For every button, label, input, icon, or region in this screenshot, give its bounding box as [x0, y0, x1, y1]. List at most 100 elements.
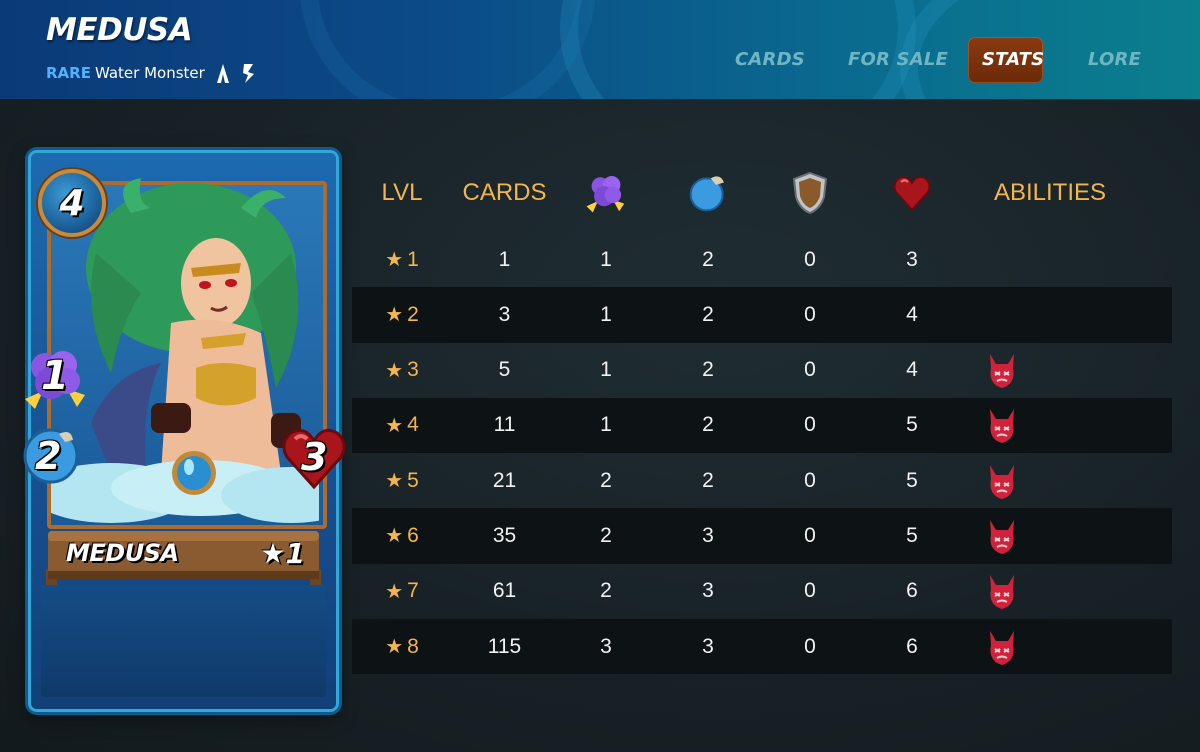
magic-attack-icon — [586, 176, 625, 213]
header-level: LVL — [381, 179, 423, 206]
star-icon: ★ — [385, 304, 404, 327]
cell-attack: 2 — [600, 523, 612, 547]
cell-ability — [982, 564, 1022, 619]
mana-cost-badge: 4 — [38, 169, 106, 237]
health-stat: 3 — [281, 425, 347, 491]
cell-cards: 11 — [493, 413, 516, 437]
demon-ability-icon[interactable] — [986, 350, 1018, 390]
cell-ability — [982, 343, 1022, 398]
header-bar: MEDUSA RARE Water Monster CARDS FOR SALE… — [0, 0, 1200, 99]
cell-attack: 2 — [600, 579, 612, 603]
cell-speed: 3 — [702, 579, 714, 603]
tab-bar: CARDS FOR SALE STATS LORE — [0, 37, 1200, 83]
cell-speed: 2 — [702, 468, 714, 492]
level-value: 3 — [407, 358, 419, 382]
level-value: 1 — [407, 247, 419, 271]
cell-health: 5 — [906, 523, 918, 547]
cell-level: ★ 6 — [372, 508, 432, 563]
table-header-row: LVL CARDS ABILITIES — [352, 168, 1172, 228]
table-body: ★ 1 1 1 2 0 3 ★ 2 3 1 2 0 4 ★ 3 5 1 2 0 4 ★ 4 11 1 2 0 5 ★ 5 21 2 2 0 5 ★ 6 3… — [352, 232, 1172, 675]
stats-table: LVL CARDS ABILITIES ★ 1 1 1 2 0 3 ★ 2 3 … — [352, 168, 1172, 675]
cell-level: ★ 3 — [372, 343, 432, 398]
table-row: ★ 2 3 1 2 0 4 — [352, 287, 1172, 343]
cell-attack: 1 — [600, 413, 612, 437]
cell-level: ★ 8 — [372, 619, 432, 674]
cell-cards: 1 — [498, 247, 511, 271]
star-icon: ★ — [385, 249, 404, 271]
cell-ability — [982, 398, 1022, 453]
demon-ability-icon[interactable] — [986, 516, 1018, 556]
magic-attack-stat: 1 — [21, 343, 91, 409]
header-abilities: ABILITIES — [993, 179, 1107, 206]
cell-armor: 0 — [804, 634, 816, 658]
cell-ability — [982, 453, 1022, 508]
demon-ability-icon[interactable] — [986, 627, 1018, 667]
speed-value: 2 — [35, 434, 62, 478]
star-icon: ★ — [385, 636, 404, 659]
monster-card[interactable]: 4 1 2 3 MEDUSA ★1 — [23, 153, 346, 709]
cell-attack: 3 — [600, 634, 612, 658]
cell-speed: 3 — [702, 523, 714, 547]
cell-speed: 2 — [702, 413, 714, 437]
cell-armor: 0 — [804, 523, 816, 547]
card-level: ★1 — [260, 537, 305, 570]
cell-attack: 1 — [600, 358, 612, 382]
table-row: ★ 5 21 2 2 0 5 — [352, 453, 1172, 508]
tab-cards[interactable]: CARDS — [721, 37, 819, 83]
level-value: 7 — [407, 579, 419, 603]
cell-health: 4 — [906, 302, 918, 326]
cell-cards: 115 — [487, 634, 522, 658]
speed-stat: 2 — [21, 426, 81, 486]
cell-speed: 2 — [702, 302, 714, 326]
demon-ability-icon[interactable] — [986, 405, 1018, 445]
cell-level: ★ 4 — [372, 398, 432, 453]
cell-armor: 0 — [804, 358, 816, 382]
cell-cards: 35 — [492, 523, 517, 547]
tab-lore[interactable]: LORE — [1074, 37, 1155, 83]
level-value: 8 — [407, 634, 419, 658]
table-row: ★ 4 11 1 2 0 5 — [352, 397, 1172, 454]
cell-attack: 1 — [600, 247, 612, 271]
star-icon: ★ — [385, 414, 404, 437]
level-value: 2 — [407, 302, 419, 326]
cell-speed: 3 — [702, 634, 714, 658]
cell-armor: 0 — [804, 579, 816, 603]
cell-ability — [982, 508, 1022, 563]
cell-health: 4 — [906, 358, 918, 382]
cell-health: 3 — [906, 247, 918, 271]
attack-value: 1 — [41, 353, 69, 399]
header-armor — [788, 168, 832, 218]
star-icon: ★ — [385, 470, 404, 493]
card-description-area — [41, 585, 326, 697]
header-attack — [580, 168, 632, 218]
cell-cards: 21 — [492, 468, 517, 492]
cell-cards: 5 — [498, 358, 511, 382]
header-speed — [684, 168, 732, 218]
mana-cost-value: 4 — [59, 182, 85, 224]
header-health — [890, 168, 934, 218]
tab-stats[interactable]: STATS — [968, 37, 1044, 83]
demon-ability-icon[interactable] — [986, 461, 1018, 501]
cell-level: ★ 2 — [372, 287, 432, 342]
table-row: ★ 1 1 1 2 0 3 — [352, 232, 1172, 287]
table-row: ★ 7 61 2 3 0 6 — [352, 564, 1172, 619]
cell-attack: 2 — [600, 468, 612, 492]
star-icon: ★ — [385, 359, 404, 382]
table-row: ★ 8 115 3 3 0 6 — [352, 619, 1172, 675]
cell-cards: 61 — [492, 579, 517, 603]
tab-for-sale[interactable]: FOR SALE — [834, 37, 962, 83]
header-cards: CARDS — [462, 179, 547, 206]
cell-health: 6 — [906, 579, 918, 603]
speed-icon — [689, 176, 724, 212]
table-row: ★ 3 5 1 2 0 4 — [352, 343, 1172, 398]
demon-ability-icon[interactable] — [986, 571, 1018, 611]
cell-ability — [982, 232, 1022, 287]
card-name: MEDUSA — [66, 539, 179, 567]
armor-shield-icon — [792, 171, 828, 215]
health-heart-icon — [893, 176, 931, 211]
cell-attack: 1 — [600, 302, 612, 326]
level-value: 5 — [407, 468, 419, 492]
health-value: 3 — [301, 435, 328, 479]
star-icon: ★ — [385, 525, 404, 548]
level-value: 4 — [407, 413, 419, 437]
